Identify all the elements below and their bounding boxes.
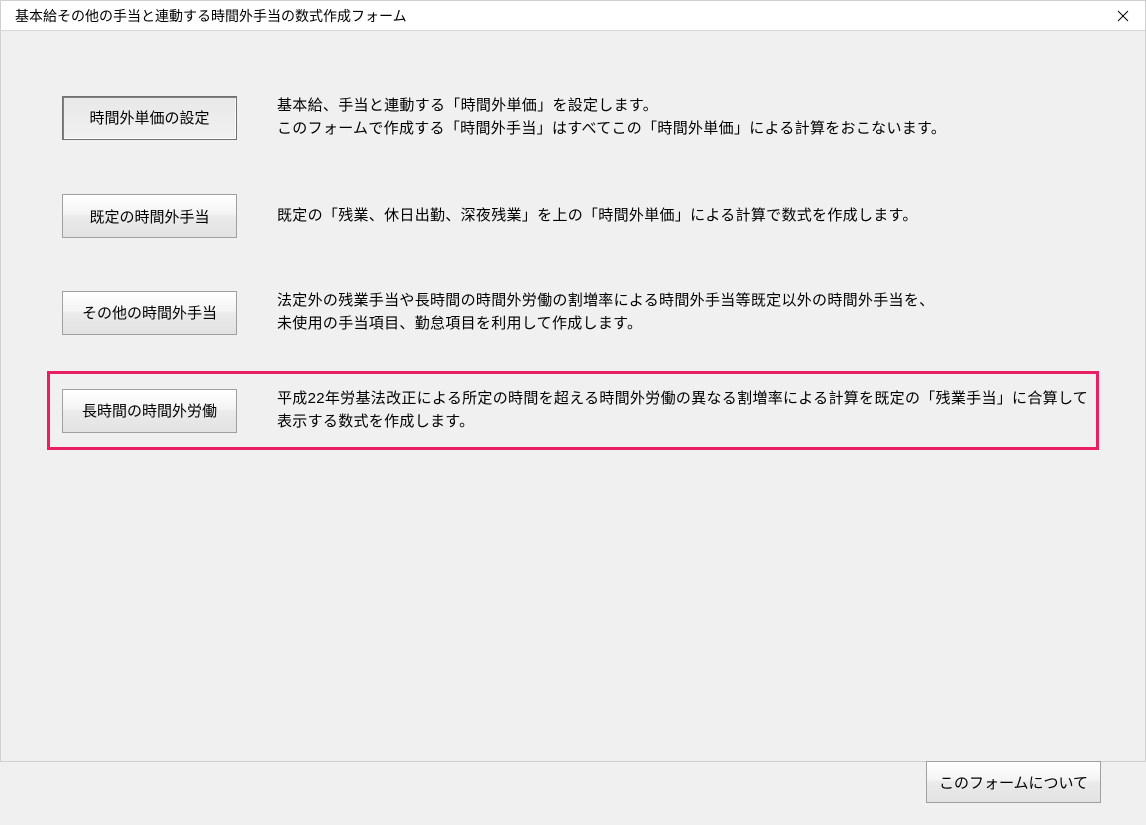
default-overtime-button[interactable]: 既定の時間外手当 (62, 194, 237, 238)
other-overtime-button[interactable]: その他の時間外手当 (62, 291, 237, 335)
row-overtime-unit-price: 時間外単価の設定 基本給、手当と連動する「時間外単価」を設定します。 このフォー… (1, 95, 1145, 140)
close-button[interactable] (1100, 1, 1145, 31)
titlebar: 基本給その他の手当と連動する時間外手当の数式作成フォーム (1, 1, 1145, 31)
long-overtime-description: 平成22年労基法改正による所定の時間を超える時間外労働の異なる割増率による計算を… (277, 388, 1096, 433)
window-title: 基本給その他の手当と連動する時間外手当の数式作成フォーム (15, 6, 407, 26)
row-default-overtime: 既定の時間外手当 既定の「残業、休日出勤、深夜残業」を上の「時間外単価」による計… (1, 194, 1145, 238)
other-overtime-description: 法定外の残業手当や長時間の時間外労働の割増率による時間外手当等既定以外の時間外手… (277, 290, 934, 335)
long-overtime-button[interactable]: 長時間の時間外労働 (62, 389, 237, 433)
content-area: 時間外単価の設定 基本給、手当と連動する「時間外単価」を設定します。 このフォー… (1, 95, 1145, 825)
row-other-overtime: その他の時間外手当 法定外の残業手当や長時間の時間外労働の割増率による時間外手当… (1, 290, 1145, 335)
close-icon (1117, 10, 1129, 22)
default-overtime-description: 既定の「残業、休日出勤、深夜残業」を上の「時間外単価」による計算で数式を作成しま… (277, 205, 918, 228)
footer: このフォームについて (926, 761, 1101, 803)
window-container: 基本給その他の手当と連動する時間外手当の数式作成フォーム 時間外単価の設定 基本… (0, 0, 1146, 762)
overtime-unit-price-button[interactable]: 時間外単価の設定 (62, 96, 237, 140)
overtime-unit-price-description: 基本給、手当と連動する「時間外単価」を設定します。 このフォームで作成する「時間… (277, 95, 946, 140)
about-form-button[interactable]: このフォームについて (926, 761, 1101, 803)
highlighted-row-long-overtime: 長時間の時間外労働 平成22年労基法改正による所定の時間を超える時間外労働の異な… (47, 371, 1099, 450)
